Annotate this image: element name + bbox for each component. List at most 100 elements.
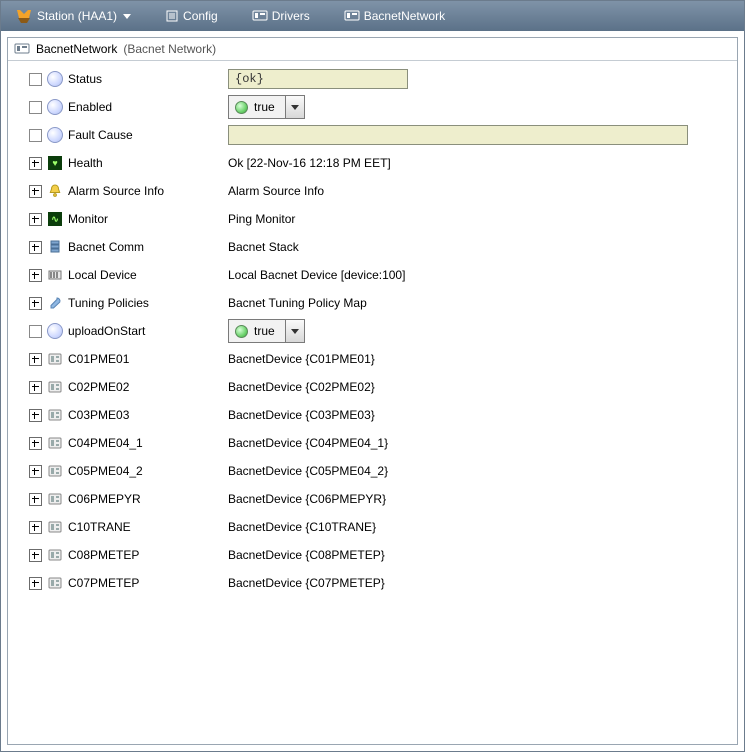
row-device: C03PME03BacnetDevice {C03PME03}	[26, 401, 729, 429]
status-field: {ok}	[228, 69, 408, 89]
device-desc: BacnetDevice {C10TRANE}	[228, 520, 376, 534]
device-desc: BacnetDevice {C02PME02}	[228, 380, 375, 394]
expand-button[interactable]	[29, 577, 42, 590]
device-desc: BacnetDevice {C07PMETEP}	[228, 576, 385, 590]
label-upload-on-start: uploadOnStart	[68, 324, 145, 338]
expand-button[interactable]	[29, 353, 42, 366]
device-icon	[48, 408, 62, 422]
device-name: C03PME03	[68, 408, 129, 422]
health-icon: ♥	[48, 156, 62, 170]
device-name: C05PME04_2	[68, 464, 143, 478]
expand-button[interactable]	[29, 493, 42, 506]
row-status: Status {ok}	[26, 65, 729, 93]
device-name: C04PME04_1	[68, 436, 143, 450]
label-enabled: Enabled	[68, 100, 112, 114]
device-name: C07PMETEP	[68, 576, 139, 590]
row-enabled: Enabled true	[26, 93, 729, 121]
device-icon	[48, 464, 62, 478]
slot-icon	[47, 99, 63, 115]
device-icon	[48, 436, 62, 450]
dropdown-button[interactable]	[285, 96, 304, 118]
fault-cause-field	[228, 125, 688, 145]
device-icon	[48, 520, 62, 534]
chevron-down-icon	[291, 105, 299, 110]
expand-button[interactable]	[29, 437, 42, 450]
local-device-value: Local Bacnet Device [device:100]	[228, 268, 405, 282]
dropdown-button[interactable]	[285, 320, 304, 342]
bacnet-comm-value: Bacnet Stack	[228, 240, 299, 254]
true-indicator-icon	[235, 101, 248, 114]
expand-button[interactable]	[29, 213, 42, 226]
device-icon	[48, 492, 62, 506]
panel-header: BacnetNetwork (Bacnet Network)	[8, 38, 737, 61]
breadcrumb-drivers-label: Drivers	[272, 9, 310, 23]
upload-on-start-dropdown[interactable]: true	[228, 319, 305, 343]
leaf-icon	[29, 73, 42, 86]
expand-button[interactable]	[29, 521, 42, 534]
label-local-device: Local Device	[68, 268, 137, 282]
device-icon	[48, 352, 62, 366]
expand-button[interactable]	[29, 381, 42, 394]
list-icon	[165, 9, 179, 23]
row-monitor: ∿ Monitor Ping Monitor	[26, 205, 729, 233]
expand-button[interactable]	[29, 409, 42, 422]
expand-button[interactable]	[29, 241, 42, 254]
expand-button[interactable]	[29, 549, 42, 562]
row-device: C06PMEPYR BacnetDevice {C06PMEPYR}	[26, 485, 729, 513]
panel-title: BacnetNetwork	[36, 42, 117, 56]
true-indicator-icon	[235, 325, 248, 338]
expand-button[interactable]	[29, 297, 42, 310]
breadcrumb-bacnet-label: BacnetNetwork	[364, 9, 445, 23]
upload-on-start-value: true	[254, 324, 275, 338]
property-sheet-panel: BacnetNetwork (Bacnet Network) Status {o…	[7, 37, 738, 745]
device-name: C10TRANE	[68, 520, 131, 534]
row-bacnet-comm: Bacnet Comm Bacnet Stack	[26, 233, 729, 261]
row-health: ♥ Health Ok [22-Nov-16 12:18 PM EET]	[26, 149, 729, 177]
expand-button[interactable]	[29, 465, 42, 478]
breadcrumb-config[interactable]: Config	[157, 7, 226, 25]
driver-icon	[252, 9, 268, 23]
leaf-icon	[29, 101, 42, 114]
driver-icon	[14, 42, 30, 56]
expand-button[interactable]	[29, 269, 42, 282]
row-device: C05PME04_2BacnetDevice {C05PME04_2}	[26, 457, 729, 485]
enabled-dropdown[interactable]: true	[228, 95, 305, 119]
breadcrumb-drivers[interactable]: Drivers	[244, 7, 318, 25]
bell-icon	[48, 184, 62, 198]
row-upload-on-start: uploadOnStart true	[26, 317, 729, 345]
device-list: C01PME01BacnetDevice {C01PME01}C02PME02B…	[26, 345, 729, 597]
row-device: C08PMETEPBacnetDevice {C08PMETEP}	[26, 541, 729, 569]
row-device: C07PMETEP BacnetDevice {C07PMETEP}	[26, 569, 729, 597]
status-value: {ok}	[235, 72, 264, 86]
breadcrumb-bar: Station (HAA1) Config Drivers BacnetNetw…	[1, 1, 744, 31]
label-tuning-policies: Tuning Policies	[68, 296, 149, 310]
device-icon	[48, 380, 62, 394]
slot-icon	[47, 71, 63, 87]
comm-stack-icon	[48, 240, 62, 254]
breadcrumb-station[interactable]: Station (HAA1)	[7, 5, 139, 27]
expand-button[interactable]	[29, 185, 42, 198]
device-icon	[48, 548, 62, 562]
monitor-icon: ∿	[48, 212, 62, 226]
row-local-device: Local Device Local Bacnet Device [device…	[26, 261, 729, 289]
alarm-source-value: Alarm Source Info	[228, 184, 324, 198]
device-name: C02PME02	[68, 380, 129, 394]
expand-button[interactable]	[29, 157, 42, 170]
breadcrumb-bacnetnetwork[interactable]: BacnetNetwork	[336, 7, 453, 25]
panel-type: (Bacnet Network)	[123, 42, 216, 56]
health-value: Ok [22-Nov-16 12:18 PM EET]	[228, 156, 391, 170]
tuning-policies-value: Bacnet Tuning Policy Map	[228, 296, 367, 310]
row-device: C02PME02 BacnetDevice {C02PME02}	[26, 373, 729, 401]
chevron-down-icon	[291, 329, 299, 334]
device-desc: BacnetDevice {C06PMEPYR}	[228, 492, 386, 506]
device-name: C01PME01	[68, 352, 129, 366]
device-name: C06PMEPYR	[68, 492, 141, 506]
slot-icon	[47, 127, 63, 143]
wrench-icon	[48, 296, 62, 310]
driver-icon	[344, 9, 360, 23]
breadcrumb-station-label: Station (HAA1)	[37, 9, 117, 23]
dropdown-caret-icon	[123, 14, 131, 19]
row-device: C04PME04_1BacnetDevice {C04PME04_1}	[26, 429, 729, 457]
device-name: C08PMETEP	[68, 548, 139, 562]
row-device: C10TRANE BacnetDevice {C10TRANE}	[26, 513, 729, 541]
